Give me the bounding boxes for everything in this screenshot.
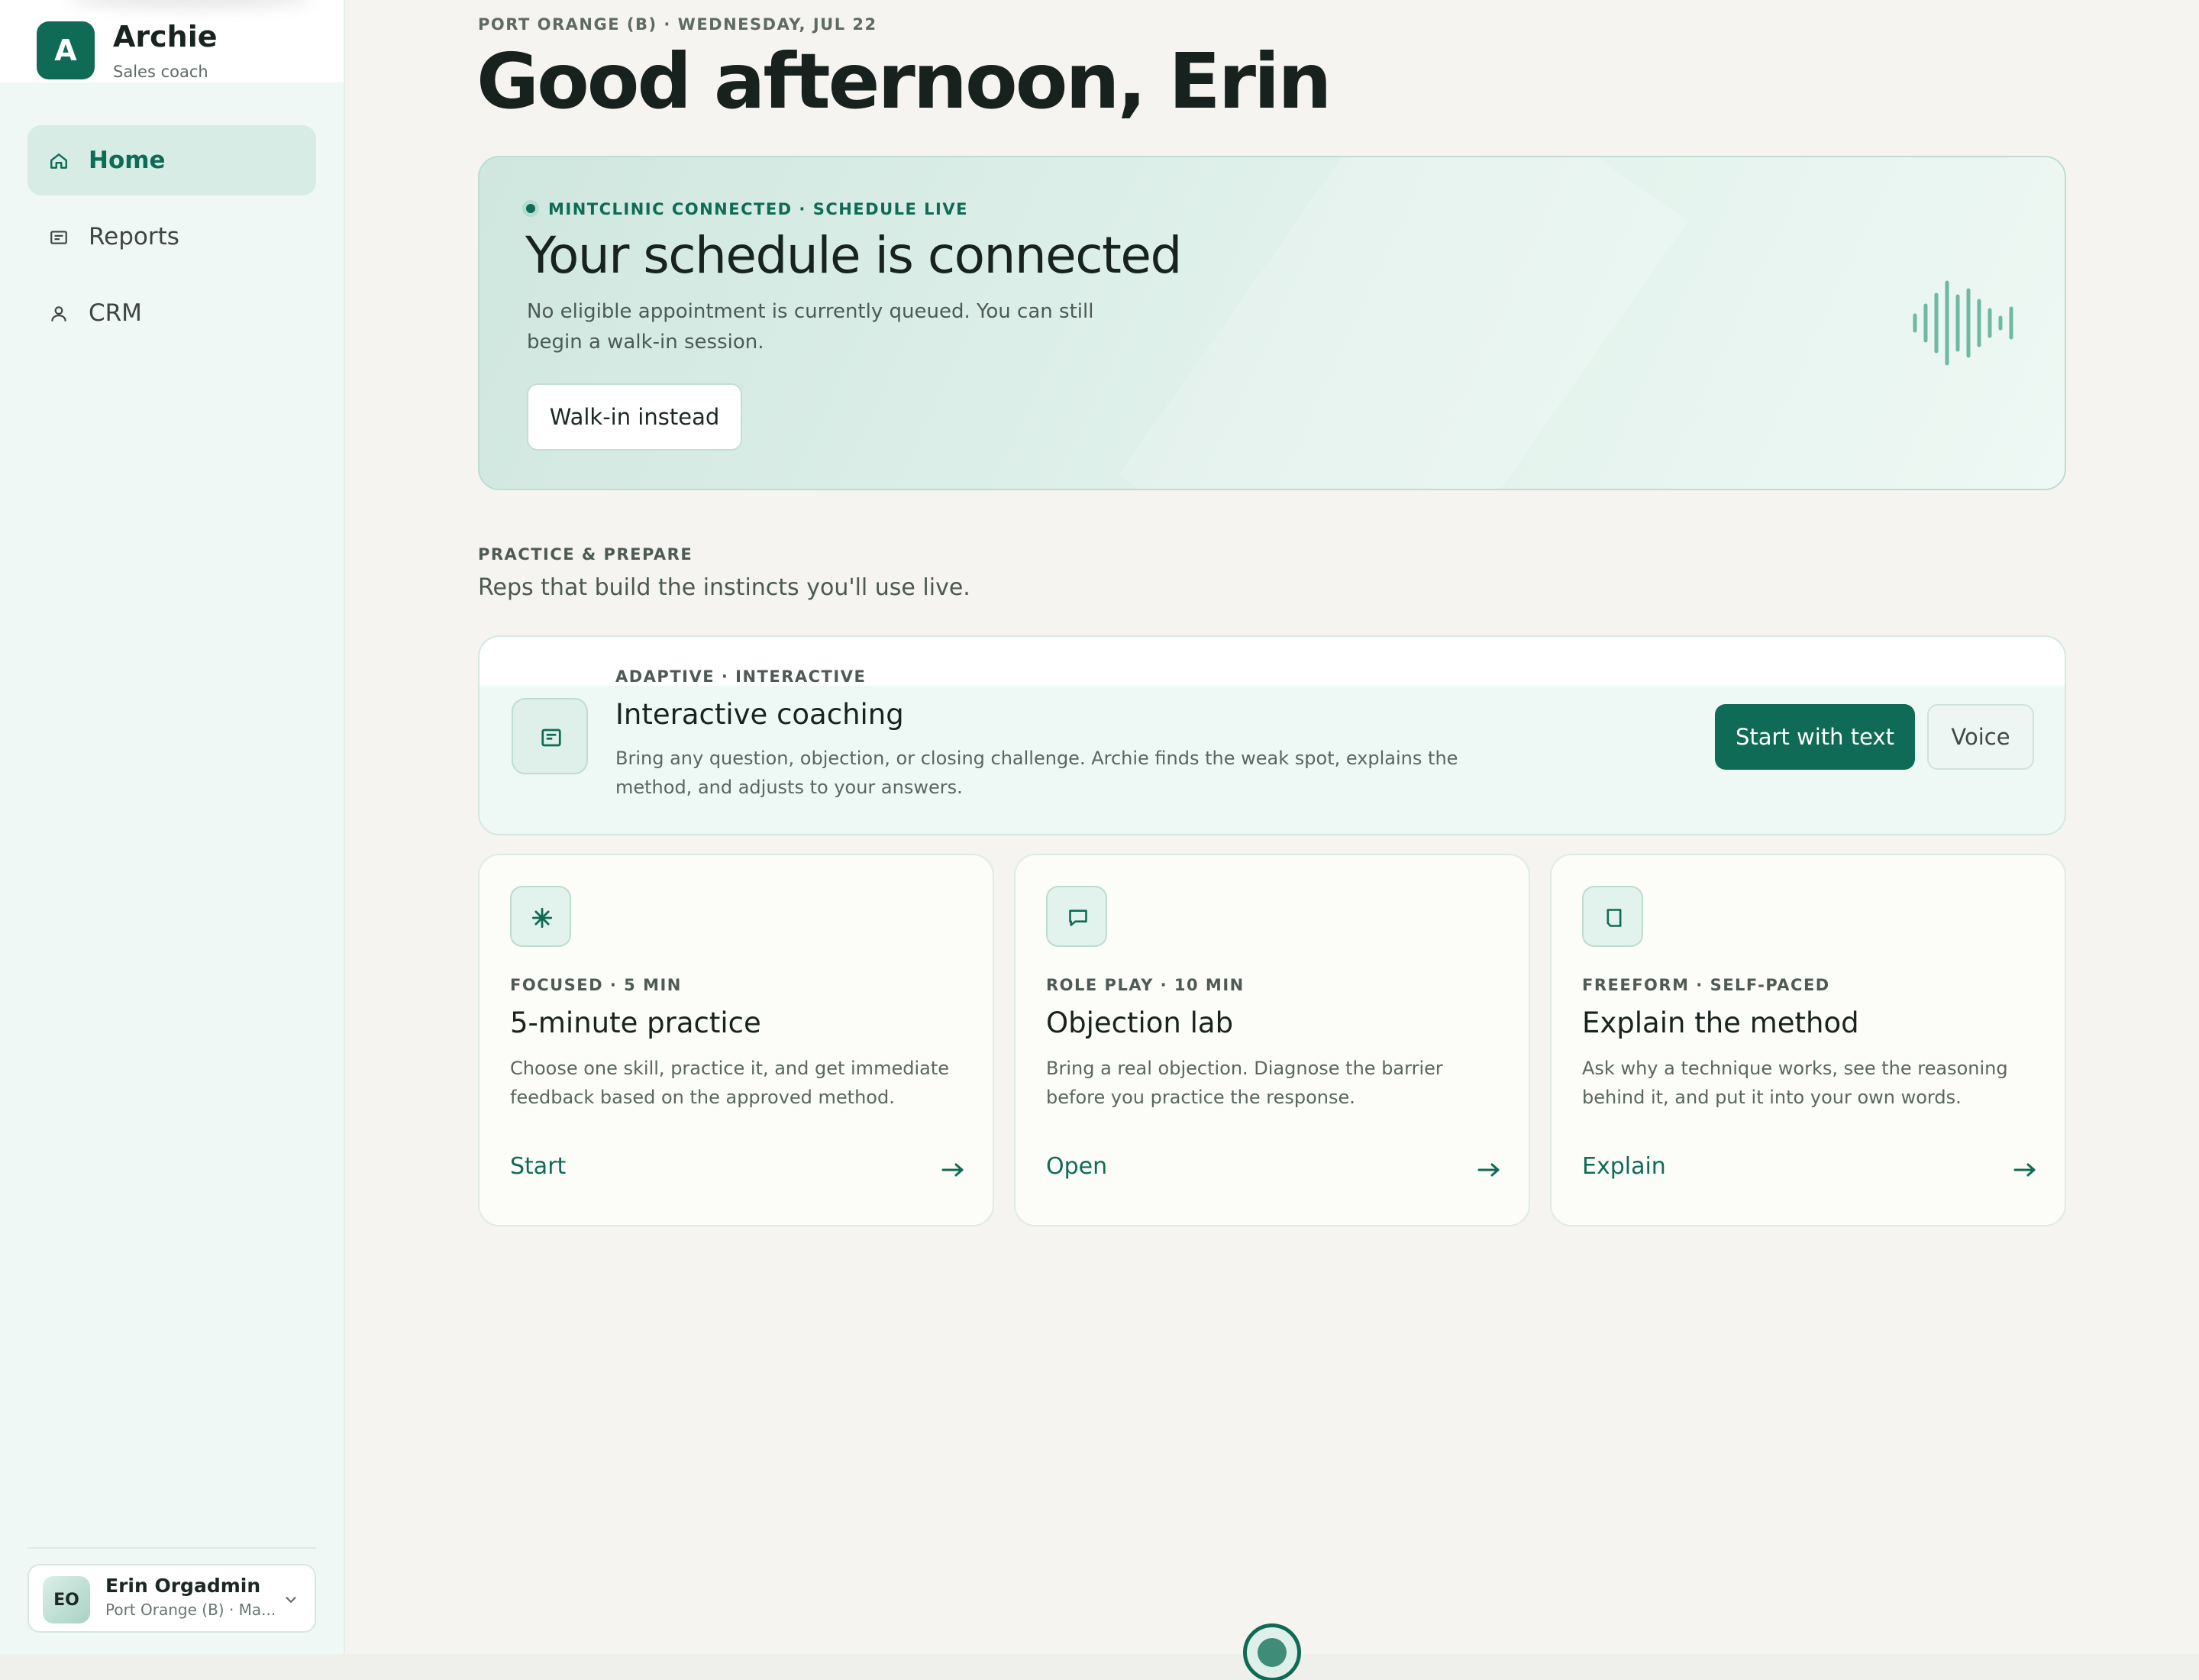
tile-description: Bring a real objection. Diagnose the bar… [1046, 1058, 1443, 1108]
person-icon [51, 306, 66, 321]
explain-method-card[interactable]: FREEFORM · SELF-PACED Explain the method… [1550, 854, 2066, 1226]
waveform-icon [1913, 280, 2013, 366]
tile-eyebrow: ROLE PLAY · 10 MIN [1046, 976, 1245, 994]
sidebar-item-label: CRM [89, 299, 142, 327]
sparkle-icon [531, 907, 553, 929]
record-button[interactable] [1243, 1623, 1301, 1680]
walk-in-button[interactable]: Walk-in instead [527, 383, 742, 451]
start-with-text-button[interactable]: Start with text [1715, 704, 1915, 770]
user-org: Port Orange (B) · Ma... [105, 1601, 276, 1619]
hero-title: Your schedule is connected [525, 226, 1182, 285]
five-minute-practice-card[interactable]: FOCUSED · 5 MIN 5-minute practice Choose… [478, 854, 994, 1226]
tile-icon-box [1582, 886, 1643, 947]
sidebar-item-label: Reports [89, 223, 179, 250]
brand-shadow [69, 0, 313, 8]
sidebar-item-reports[interactable]: Reports [27, 202, 316, 272]
schedule-hero-card: MINTCLINIC CONNECTED · SCHEDULE LIVE You… [478, 156, 2066, 490]
avatar: EO [43, 1576, 90, 1623]
sidebar-item-crm[interactable]: CRM [27, 278, 316, 348]
hero-sheen [1119, 157, 1688, 489]
section-eyebrow: PRACTICE & PREPARE [478, 545, 693, 564]
tile-icon-box [1046, 886, 1107, 947]
coaching-icon-box [512, 698, 588, 774]
location-date-eyebrow: PORT ORANGE (B) · WEDNESDAY, JUL 22 [478, 15, 877, 34]
user-name: Erin Orgadmin [105, 1575, 261, 1597]
brand-logo[interactable]: A [37, 21, 95, 79]
chevron-down-icon [286, 1597, 296, 1604]
tile-eyebrow: FREEFORM · SELF-PACED [1582, 976, 1830, 994]
interactive-coaching-card: ADAPTIVE · INTERACTIVE Interactive coach… [478, 635, 2066, 835]
chat-bubble-icon [1069, 909, 1087, 926]
section-subtitle: Reps that build the instincts you'll use… [478, 574, 970, 601]
voice-button[interactable]: Voice [1927, 704, 2034, 770]
bottom-band [0, 1654, 2199, 1680]
open-link[interactable]: Open [1046, 1153, 1107, 1180]
tile-eyebrow: FOCUSED · 5 MIN [510, 976, 682, 994]
square-icon [1606, 909, 1622, 927]
objection-lab-card[interactable]: ROLE PLAY · 10 MIN Objection lab Bring a… [1014, 854, 1530, 1226]
coaching-eyebrow: ADAPTIVE · INTERACTIVE [615, 667, 867, 686]
document-icon [541, 729, 561, 747]
brand-subtitle: Sales coach [113, 63, 208, 81]
tile-title: Explain the method [1582, 1006, 1859, 1039]
connection-status: MINTCLINIC CONNECTED · SCHEDULE LIVE [548, 200, 968, 218]
page-title: Good afternoon, Erin [476, 37, 1332, 126]
sidebar-divider [27, 1547, 316, 1549]
arrow-right-icon[interactable] [941, 1161, 965, 1179]
live-status-dot [522, 200, 539, 217]
record-dot-icon [1258, 1638, 1287, 1667]
sidebar-item-label: Home [89, 147, 166, 174]
coaching-description: Bring any question, objection, or closin… [615, 748, 1458, 798]
tile-title: 5-minute practice [510, 1006, 761, 1039]
sidebar-item-home[interactable]: Home [27, 125, 316, 195]
hero-description: No eligible appointment is currently que… [527, 300, 1094, 354]
brand-header: A Archie Sales coach [0, 0, 344, 82]
arrow-right-icon[interactable] [2013, 1161, 2037, 1179]
tile-description: Choose one skill, practice it, and get i… [510, 1058, 949, 1108]
start-link[interactable]: Start [510, 1153, 566, 1180]
sidebar: A Archie Sales coach Home Reports CRM EO… [0, 0, 345, 1654]
brand-name: Archie [113, 20, 218, 53]
reports-icon [50, 231, 67, 244]
arrow-right-icon[interactable] [1477, 1161, 1501, 1179]
home-icon [50, 153, 67, 169]
coaching-title: Interactive coaching [615, 698, 904, 731]
tile-icon-box [510, 886, 571, 947]
explain-link[interactable]: Explain [1582, 1153, 1666, 1180]
tile-description: Ask why a technique works, see the reaso… [1582, 1058, 2008, 1108]
user-menu[interactable]: EO Erin Orgadmin Port Orange (B) · Ma... [27, 1564, 316, 1633]
tile-title: Objection lab [1046, 1006, 1234, 1039]
